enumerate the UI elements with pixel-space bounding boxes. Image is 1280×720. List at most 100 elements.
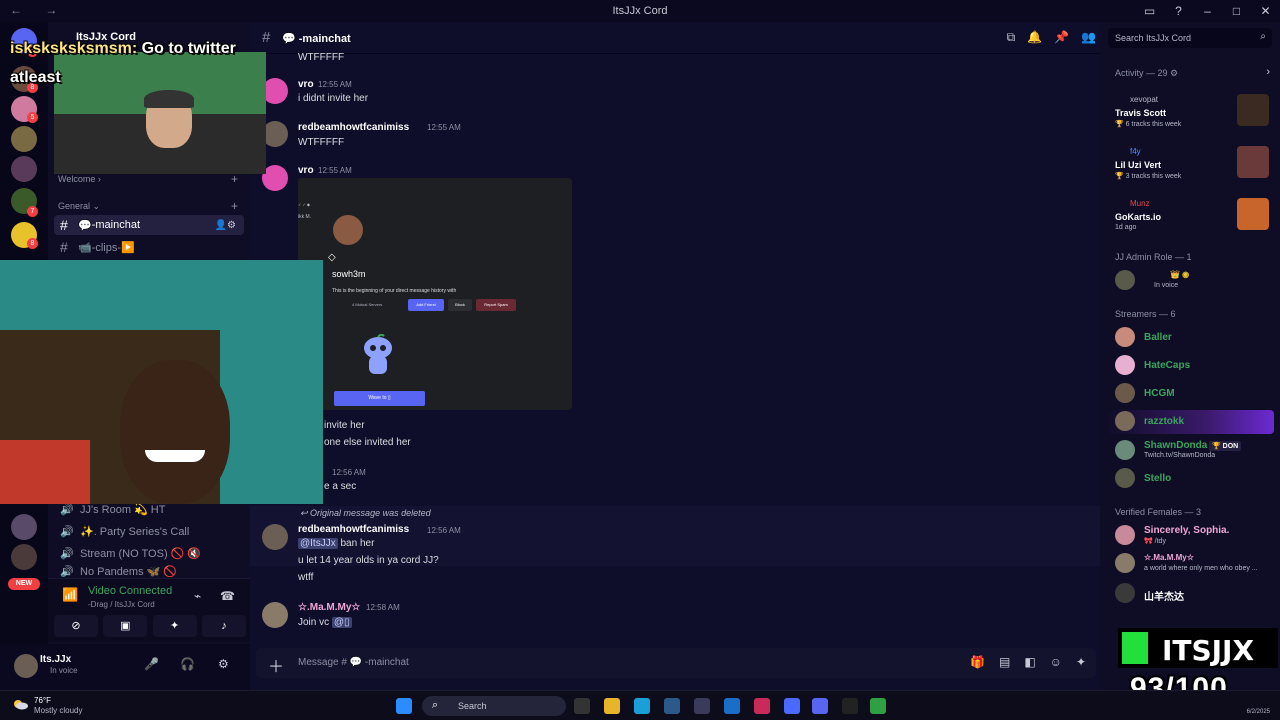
soundboard-button[interactable]: ♪ bbox=[201, 615, 246, 637]
new-servers-pill[interactable]: NEW bbox=[8, 578, 40, 590]
noise-suppression-icon[interactable]: ⌁ bbox=[194, 589, 201, 603]
chevron-right-icon[interactable]: › bbox=[1266, 66, 1270, 78]
weather-temperature[interactable]: 76°F bbox=[34, 696, 51, 705]
screen-share-button[interactable]: ▣ bbox=[103, 615, 148, 637]
taskbar-search[interactable]: ⌕ Search bbox=[422, 696, 566, 716]
avatar[interactable] bbox=[1115, 525, 1135, 545]
close-button[interactable]: ✕ bbox=[1251, 0, 1280, 22]
member-name[interactable]: HCGM bbox=[1144, 388, 1175, 399]
server-icon[interactable] bbox=[11, 544, 37, 570]
microphone-icon[interactable]: 🎤 bbox=[144, 657, 159, 671]
avatar[interactable] bbox=[262, 524, 288, 550]
store-icon[interactable] bbox=[724, 698, 740, 714]
headphones-icon[interactable]: 🎧 bbox=[180, 657, 195, 671]
windows-start-icon[interactable] bbox=[396, 698, 412, 714]
channel-clips[interactable]: # 📹 -clips-▶️ bbox=[54, 237, 244, 257]
speaker-icon: 🔊 bbox=[60, 525, 74, 538]
server-icon[interactable] bbox=[11, 514, 37, 540]
avatar[interactable] bbox=[262, 602, 288, 628]
member-list-icon[interactable]: 👥 bbox=[1081, 30, 1096, 45]
channel-settings-icon[interactable]: 👤⚙ bbox=[215, 220, 236, 231]
add-channel-icon[interactable]: + bbox=[231, 199, 238, 213]
help-icon[interactable]: ? bbox=[1164, 0, 1193, 22]
task-view-icon[interactable] bbox=[574, 698, 590, 714]
avatar[interactable] bbox=[1115, 553, 1135, 573]
server-icon[interactable] bbox=[11, 126, 37, 152]
maximize-button[interactable]: □ bbox=[1222, 0, 1251, 22]
edge-icon[interactable] bbox=[634, 698, 650, 714]
member-name[interactable]: Baller bbox=[1144, 332, 1172, 343]
member-name[interactable]: Sincerely, Sophia. bbox=[1144, 525, 1229, 536]
image-attachment[interactable]: ✓ ✓ ◆ ikk M. ◇ sowh3m This is the beginn… bbox=[298, 178, 572, 410]
server-icon[interactable] bbox=[11, 156, 37, 182]
avatar[interactable] bbox=[1115, 411, 1135, 431]
webcam-overlay bbox=[0, 260, 323, 504]
category-general[interactable]: General ⌄ bbox=[58, 201, 100, 212]
taskbar-date[interactable]: 6/2/2025 bbox=[1247, 709, 1270, 715]
member-name[interactable]: ShawnDonda bbox=[1144, 440, 1207, 451]
emoji-icon[interactable]: ☺ bbox=[1050, 655, 1062, 669]
weather-condition[interactable]: Mostly cloudy bbox=[34, 706, 82, 715]
member-name[interactable]: Stello bbox=[1144, 473, 1171, 484]
channel-emoji: 📹 bbox=[78, 241, 92, 254]
activity-user[interactable]: Munz bbox=[1130, 199, 1150, 208]
activities-button[interactable]: ✦ bbox=[152, 615, 197, 637]
disconnect-icon[interactable]: ☎ bbox=[220, 589, 235, 603]
avatar[interactable] bbox=[1115, 468, 1135, 488]
avatar[interactable] bbox=[1115, 583, 1135, 603]
apps-icon[interactable]: ✦ bbox=[1076, 655, 1086, 669]
member-name[interactable]: ☆.Ma.M.My☆ bbox=[1144, 553, 1194, 562]
epic-games-icon[interactable] bbox=[842, 698, 858, 714]
user-mention[interactable]: @ItsJJx bbox=[298, 538, 338, 549]
voice-status[interactable]: Video Connected bbox=[88, 585, 172, 597]
minimize-button[interactable]: – bbox=[1193, 0, 1222, 22]
gift-icon[interactable]: 🎁 bbox=[970, 655, 985, 669]
username[interactable]: Its.JJx bbox=[40, 654, 71, 665]
message-author[interactable]: ☆.Ma.M.My☆ bbox=[298, 602, 360, 613]
member-name[interactable]: 山羊杰达 bbox=[1144, 588, 1184, 603]
sticker-icon[interactable]: ◧ bbox=[1024, 655, 1035, 669]
app-icon[interactable] bbox=[694, 698, 710, 714]
file-explorer-icon[interactable] bbox=[604, 698, 620, 714]
category-welcome[interactable]: Welcome › bbox=[58, 174, 101, 184]
gif-icon[interactable]: ▤ bbox=[999, 655, 1010, 669]
message-composer[interactable]: ＋ Message # 💬 -mainchat 🎁 ▤ ◧ ☺ ✦ bbox=[256, 648, 1096, 678]
message-author[interactable]: redbeamhowtfcanimiss bbox=[298, 524, 409, 535]
voice-channel-party[interactable]: 🔊 ✨. Party Series's Call bbox=[54, 521, 244, 541]
app-icon[interactable] bbox=[870, 698, 886, 714]
avatar[interactable] bbox=[1115, 383, 1135, 403]
activity-user[interactable]: f4y bbox=[1130, 147, 1141, 156]
inbox-icon[interactable]: ▭ bbox=[1135, 0, 1164, 22]
app-icon[interactable] bbox=[754, 698, 770, 714]
message-author[interactable]: vro bbox=[298, 79, 314, 90]
search-input[interactable]: Search ItsJJx Cord ⌕ bbox=[1108, 28, 1272, 48]
camera-off-button[interactable]: ⊘ bbox=[54, 615, 98, 637]
add-channel-icon[interactable]: + bbox=[231, 172, 238, 186]
avatar[interactable] bbox=[1115, 440, 1135, 460]
voice-channel-no-pandems[interactable]: 🔊 No Pandems 🦋 🚫 bbox=[54, 565, 244, 578]
bell-icon[interactable]: 🔔 bbox=[1027, 30, 1042, 45]
message-author[interactable]: vro bbox=[298, 165, 314, 176]
pin-icon[interactable]: 📌 bbox=[1054, 30, 1069, 45]
voice-channel-stream[interactable]: 🔊 Stream (NO TOS) 🚫 🔇 bbox=[54, 543, 244, 563]
activity-user[interactable]: xevopat bbox=[1130, 95, 1158, 104]
message-time: 12:56 AM bbox=[332, 468, 366, 477]
avatar[interactable] bbox=[1115, 270, 1135, 290]
app-icon[interactable] bbox=[784, 698, 800, 714]
reply-text: Original message was deleted bbox=[310, 508, 431, 518]
voice-location[interactable]: -Drag / ItsJJx Cord bbox=[88, 600, 155, 609]
user-mention[interactable]: @▯ bbox=[331, 617, 352, 628]
message-input[interactable]: Message # 💬 -mainchat bbox=[298, 657, 409, 668]
avatar[interactable] bbox=[14, 654, 38, 678]
message-author[interactable]: redbeamhowtfcanimiss bbox=[298, 122, 409, 133]
avatar[interactable] bbox=[1115, 355, 1135, 375]
avatar[interactable] bbox=[1115, 327, 1135, 347]
discord-icon[interactable] bbox=[812, 698, 828, 714]
channel-mainchat[interactable]: # 💬 -mainchat 👤⚙ bbox=[54, 215, 244, 235]
gear-icon[interactable]: ⚙ bbox=[218, 657, 229, 671]
member-name[interactable]: HateCaps bbox=[1144, 360, 1190, 371]
app-icon[interactable] bbox=[664, 698, 680, 714]
add-attachment-icon[interactable]: ＋ bbox=[268, 653, 284, 677]
member-name[interactable]: razztokk bbox=[1144, 416, 1184, 427]
threads-icon[interactable]: ⧉ bbox=[1007, 30, 1016, 45]
